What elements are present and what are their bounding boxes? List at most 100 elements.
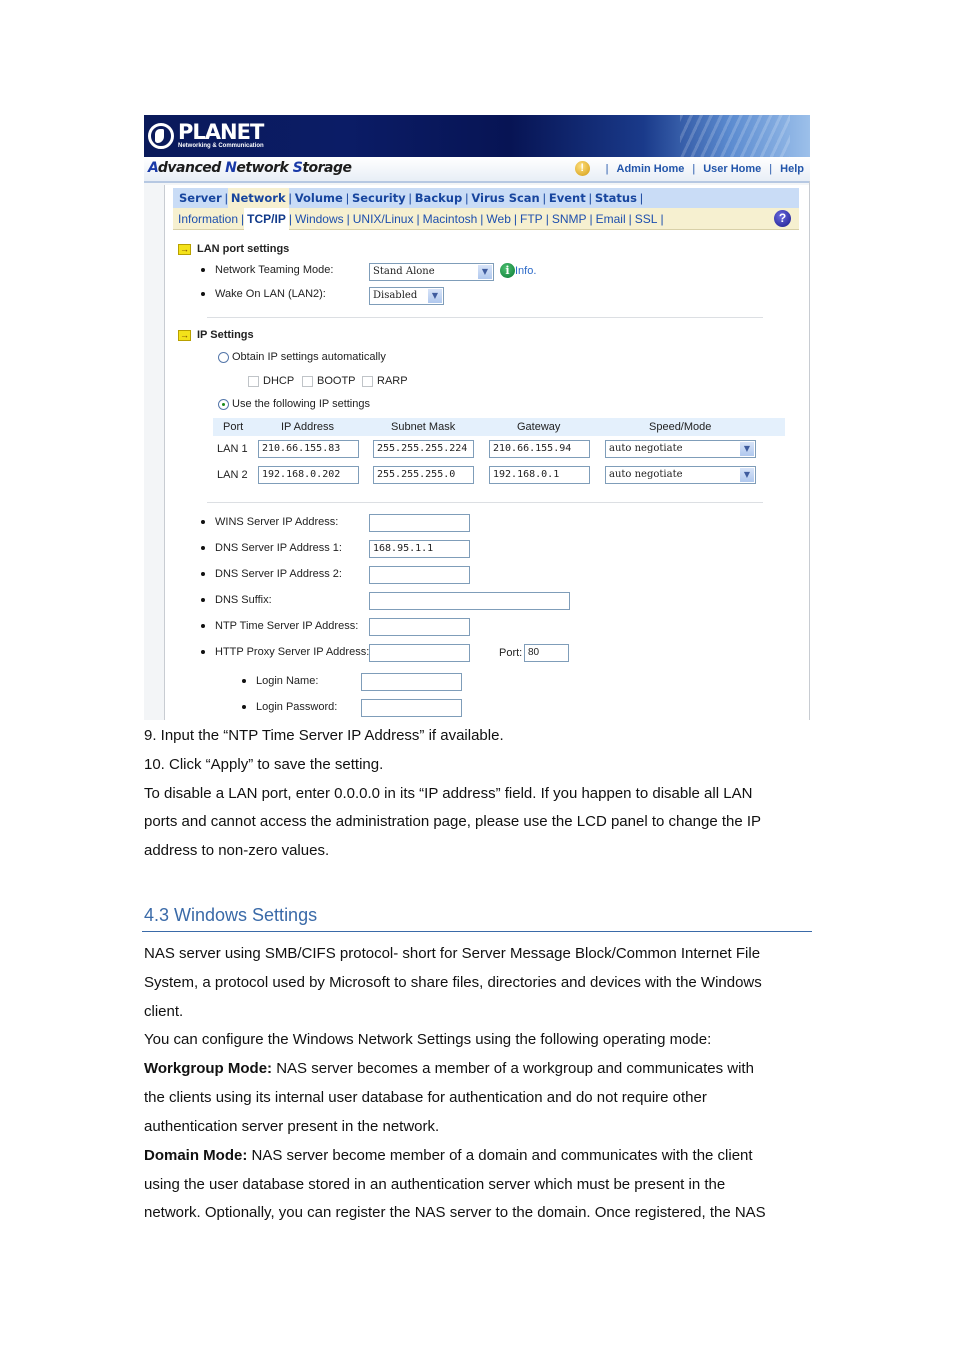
dns1-input[interactable]: 168.95.1.1 [369, 540, 470, 558]
tab-macintosh[interactable]: Macintosh [420, 212, 481, 226]
nav-server[interactable]: Server [176, 191, 225, 205]
bullet [201, 624, 205, 628]
ip-settings-heading: → IP Settings [178, 329, 254, 341]
tab-ssl[interactable]: SSL [632, 212, 661, 226]
lan2-speed-select[interactable]: auto negotiate ▼ [605, 466, 756, 484]
heading-rule [142, 931, 812, 932]
rarp-label: RARP [377, 375, 408, 387]
use-following-radio[interactable] [218, 398, 229, 410]
title-cap-a: A [148, 160, 158, 176]
chevron-down-icon: ▼ [428, 289, 442, 303]
ntp-server-input[interactable] [369, 618, 470, 636]
nav-volume[interactable]: Volume [292, 191, 346, 205]
obtain-auto-radio[interactable] [218, 351, 229, 363]
nav-virus-scan[interactable]: Virus Scan [468, 191, 542, 205]
configure-line: You can configure the Windows Network Se… [144, 1031, 712, 1048]
lan1-subnet-input[interactable]: 255.255.255.224 [373, 440, 474, 458]
title-part-2: etwork [236, 160, 293, 176]
col-speed-mode: Speed/Mode [649, 421, 712, 433]
col-port: Port [223, 421, 244, 433]
step-10: 10. Click “Apply” to save the setting. [144, 756, 384, 773]
proxy-port-label-row: Port: [499, 647, 522, 659]
intro-line-2: System, a protocol used by Microsoft to … [144, 974, 762, 991]
proxy-label: HTTP Proxy Server IP Address: [215, 646, 370, 658]
col-ip-address: IP Address [281, 421, 334, 433]
wins-server-input[interactable] [369, 514, 470, 532]
nas-screenshot: PLANET Networking & Communication Advanc… [144, 115, 810, 720]
tab-web[interactable]: Web [483, 212, 513, 226]
workgroup-term: Workgroup Mode: [144, 1060, 273, 1077]
workgroup-line-1: Workgroup Mode: NAS server becomes a mem… [144, 1059, 754, 1079]
separator: | [605, 162, 609, 175]
lan2-gateway-input[interactable]: 192.168.0.1 [489, 466, 590, 484]
teaming-row: Network Teaming Mode: [201, 264, 333, 276]
domain-line-3: network. Optionally, you can register th… [144, 1204, 766, 1221]
tab-email[interactable]: Email [593, 212, 629, 226]
title-part-1: dvanced [157, 160, 226, 176]
info-link-text[interactable]: Info. [515, 265, 536, 277]
nav-event[interactable]: Event [546, 191, 589, 205]
lan1-gateway-input[interactable]: 210.66.155.94 [489, 440, 590, 458]
ntp-row: NTP Time Server IP Address: [201, 620, 358, 632]
proxy-port-input[interactable]: 80 [524, 644, 569, 662]
tab-tcpip[interactable]: TCP/IP [244, 207, 289, 230]
dhcp-option[interactable]: DHCP [248, 375, 294, 387]
wol-label: Wake On LAN (LAN2): [215, 288, 326, 300]
wake-on-lan-select[interactable]: Disabled ▼ [369, 287, 444, 305]
bootp-option[interactable]: BOOTP [302, 375, 356, 387]
user-home-link[interactable]: User Home [703, 163, 761, 175]
tab-windows[interactable]: Windows [292, 212, 347, 226]
bootp-checkbox[interactable] [302, 375, 313, 387]
proxy-server-input[interactable] [369, 644, 470, 662]
banner-building-graphic [680, 115, 790, 157]
admin-home-link[interactable]: Admin Home [617, 163, 685, 175]
lan1-speed-select[interactable]: auto negotiate ▼ [605, 440, 756, 458]
info-link[interactable]: i Info. [500, 263, 536, 278]
nav-status[interactable]: Status [592, 191, 640, 205]
dhcp-label: DHCP [263, 375, 295, 387]
dns-suffix-input[interactable] [369, 592, 570, 610]
use-following-option[interactable]: Use the following IP settings [218, 398, 370, 410]
tab-information[interactable]: Information [175, 212, 241, 226]
alert-icon[interactable]: ! [574, 161, 590, 176]
wins-row: WINS Server IP Address: [201, 516, 338, 528]
teaming-mode-select[interactable]: Stand Alone ▼ [369, 263, 494, 281]
rarp-option[interactable]: RARP [362, 375, 408, 387]
lan2-subnet-input[interactable]: 255.255.255.0 [373, 466, 474, 484]
login-password-input[interactable] [361, 699, 462, 717]
dhcp-checkbox[interactable] [248, 375, 259, 387]
col-gateway: Gateway [517, 421, 561, 433]
lan-port-heading: → LAN port settings [178, 243, 289, 255]
lan2-ip-input[interactable]: 192.168.0.202 [258, 466, 359, 484]
bullet [201, 572, 205, 576]
note-line-3: address to non-zero values. [144, 842, 330, 859]
ntp-label: NTP Time Server IP Address: [215, 620, 359, 632]
teaming-mode-value: Stand Alone [373, 266, 435, 277]
dns2-label: DNS Server IP Address 2: [215, 568, 342, 580]
lan2-port: LAN 2 [217, 469, 248, 481]
ip-settings-heading-text: IP Settings [197, 329, 254, 341]
lan1-ip-input[interactable]: 210.66.155.83 [258, 440, 359, 458]
teaming-label: Network Teaming Mode: [215, 264, 334, 276]
section-heading: 4.3 Windows Settings [144, 905, 318, 925]
login-name-input[interactable] [361, 673, 462, 691]
dns2-input[interactable] [369, 566, 470, 584]
panel-border [809, 181, 810, 720]
nav-security[interactable]: Security [349, 191, 409, 205]
domain-desc: NAS server become member of a domain and… [247, 1147, 753, 1164]
help-link[interactable]: Help [780, 163, 804, 175]
obtain-auto-label: Obtain IP settings automatically [232, 351, 386, 363]
bullet [201, 268, 205, 272]
obtain-auto-option[interactable]: Obtain IP settings automatically [218, 351, 386, 363]
tab-ftp[interactable]: FTP [517, 212, 546, 226]
arrow-right-icon: → [178, 243, 191, 255]
nav-backup[interactable]: Backup [412, 191, 465, 205]
tab-unix-linux[interactable]: UNIX/Linux [350, 212, 417, 226]
app-title: Advanced Network Storage [148, 160, 352, 176]
help-icon[interactable]: ? [774, 210, 791, 227]
wol-row: Wake On LAN (LAN2): [201, 288, 326, 300]
workgroup-line-2: the clients using its internal user data… [144, 1089, 707, 1106]
tab-snmp[interactable]: SNMP [549, 212, 590, 226]
nav-network[interactable]: Network [227, 188, 289, 208]
rarp-checkbox[interactable] [362, 375, 373, 387]
